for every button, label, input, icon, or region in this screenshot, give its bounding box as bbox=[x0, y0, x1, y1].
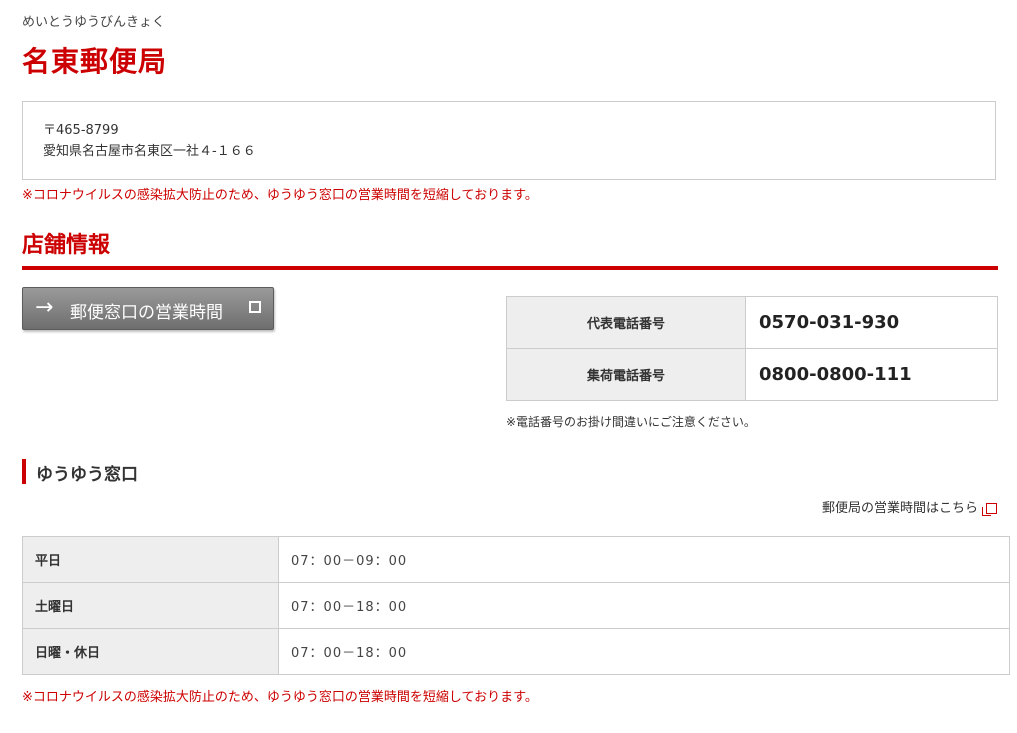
yuyu-hours-table: 平日 07：00－09：00 土曜日 07：00－18：00 日曜・休日 07：… bbox=[22, 536, 1010, 675]
phone-number-main: 0570-031-930 bbox=[745, 296, 998, 349]
table-row: 土曜日 07：00－18：00 bbox=[22, 582, 1010, 629]
section-divider bbox=[22, 266, 998, 270]
phone-label-pickup: 集荷電話番号 bbox=[506, 348, 746, 401]
address-box: 〒465-8799 愛知県名古屋市名東区一社４-１６６ bbox=[22, 101, 996, 180]
table-row: 集荷電話番号 0800-0800-111 bbox=[506, 348, 998, 401]
table-row: 平日 07：00－09：00 bbox=[22, 536, 1010, 583]
post-office-hours-link-label: 郵便局の営業時間はこちら bbox=[821, 501, 978, 516]
external-link-icon bbox=[982, 503, 997, 516]
page-title: 名東郵便局 bbox=[22, 45, 168, 78]
day-label: 日曜・休日 bbox=[22, 628, 279, 675]
table-row: 日曜・休日 07：00－18：00 bbox=[22, 628, 1010, 675]
post-office-hours-link[interactable]: 郵便局の営業時間はこちら bbox=[822, 497, 997, 516]
hours-value: 07：00－18：00 bbox=[278, 628, 1010, 675]
subsection-accent-bar bbox=[22, 459, 26, 484]
postal-code: 〒465-8799 bbox=[43, 123, 119, 138]
subsection-title-yuyu: ゆうゆう窓口 bbox=[36, 465, 138, 485]
notice-bottom: ※コロナウイルスの感染拡大防止のため、ゆうゆう窓口の営業時間を短縮しております。 bbox=[22, 690, 538, 705]
phone-note: ※電話番号のお掛け間違いにご注意ください。 bbox=[506, 415, 756, 429]
postal-hours-button[interactable]: → 郵便窓口の営業時間 bbox=[22, 287, 274, 330]
phone-table: 代表電話番号 0570-031-930 集荷電話番号 0800-0800-111 bbox=[506, 296, 998, 401]
window-icon bbox=[249, 301, 261, 313]
day-label: 土曜日 bbox=[22, 582, 279, 629]
section-title-store-info: 店舗情報 bbox=[22, 233, 111, 258]
table-row: 代表電話番号 0570-031-930 bbox=[506, 296, 998, 349]
postal-hours-button-label: 郵便窓口の営業時間 bbox=[70, 303, 223, 323]
office-reading: めいとうゆうびんきょく bbox=[22, 15, 166, 30]
phone-label-main: 代表電話番号 bbox=[506, 296, 746, 349]
hours-value: 07：00－18：00 bbox=[278, 582, 1010, 629]
hours-value: 07：00－09：00 bbox=[278, 536, 1010, 583]
address: 愛知県名古屋市名東区一社４-１６６ bbox=[43, 144, 256, 159]
day-label: 平日 bbox=[22, 536, 279, 583]
notice-top: ※コロナウイルスの感染拡大防止のため、ゆうゆう窓口の営業時間を短縮しております。 bbox=[22, 188, 538, 203]
arrow-right-icon: → bbox=[35, 295, 54, 320]
phone-number-pickup: 0800-0800-111 bbox=[745, 348, 998, 401]
